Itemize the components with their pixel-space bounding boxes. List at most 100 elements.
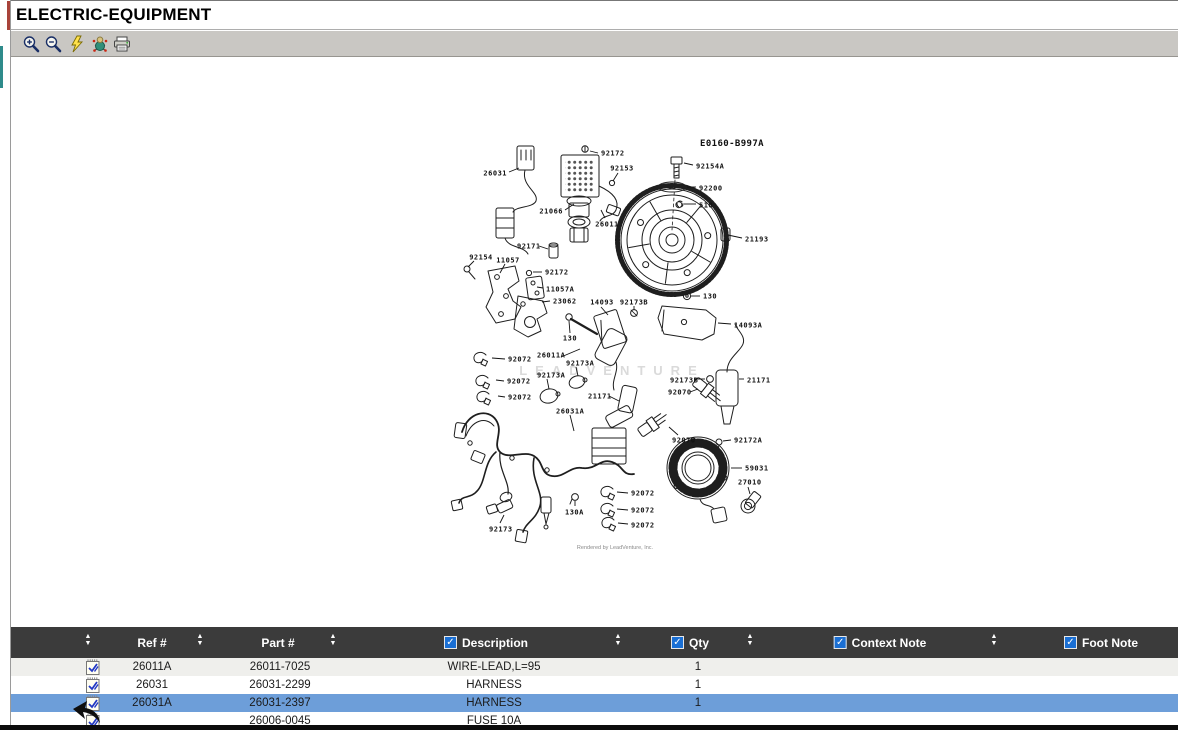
column-header-foot-note[interactable]: ✓ Foot Note (1064, 627, 1138, 658)
cell-part: 26006-0045 (200, 712, 360, 725)
part-number-label[interactable]: 130A (565, 509, 584, 517)
label-leader-line (468, 261, 474, 267)
part-number-label[interactable]: 11057 (496, 257, 520, 265)
column-header-description[interactable]: ✓Description (444, 627, 528, 658)
label-leader-line (570, 415, 574, 431)
label-leader-line (617, 509, 628, 510)
part-number-label[interactable]: 92072 (507, 378, 531, 386)
column-header-context-note[interactable]: ✓Context Note (834, 627, 927, 658)
part-number-label[interactable]: 92072 (631, 522, 655, 530)
part-number-label[interactable]: 92072 (631, 490, 655, 498)
sort-arrows-icon[interactable]: ▲▼ (747, 633, 754, 647)
column-label: Part # (261, 636, 294, 650)
bottom-bar (0, 725, 1178, 730)
part-number-label[interactable]: 92173B (620, 299, 648, 307)
diagram-code: E0160-B997A (700, 139, 764, 149)
part-number-label[interactable]: 11057A (546, 286, 575, 294)
label-leader-line (569, 321, 570, 333)
label-leader-line (669, 427, 678, 435)
part-number-label[interactable]: 14093 (590, 299, 614, 307)
part-number-label[interactable]: 92172 (545, 269, 569, 277)
part-number-label[interactable]: 130 (703, 293, 717, 301)
table-row[interactable]: 2603126031-2299HARNESS1 (0, 676, 1178, 694)
part-number-label[interactable]: 92200 (699, 185, 723, 193)
column-label: Ref # (137, 636, 166, 650)
parts-diagram: LEADVENTURE E0160-B997A Rendered by Lead… (0, 0, 1178, 625)
cell-description: WIRE-LEAD,L=95 (374, 658, 614, 676)
cell-part: 26031-2397 (200, 694, 360, 712)
part-number-label[interactable]: 130 (563, 335, 577, 343)
column-label: Qty (689, 636, 709, 650)
frame-divider-line[interactable] (10, 0, 11, 730)
back-arrow-icon (70, 699, 104, 725)
zoom-out-button[interactable] (44, 35, 63, 54)
part-number-label[interactable]: 21066 (539, 208, 563, 216)
part-number-label[interactable]: 92173A (537, 372, 566, 380)
column-header-ref[interactable]: Ref # (137, 627, 166, 658)
part-number-label[interactable]: 92154A (696, 163, 725, 171)
lightning-icon (68, 35, 87, 54)
label-leader-line (684, 163, 693, 165)
frame-divider (0, 0, 11, 730)
column-checkbox[interactable]: ✓ (1064, 636, 1077, 649)
column-checkbox[interactable]: ✓ (834, 636, 847, 649)
label-leader-line (590, 151, 598, 153)
part-number-label[interactable]: 14093A (734, 322, 763, 330)
label-leader-line (723, 440, 731, 441)
column-label: Foot Note (1082, 636, 1138, 650)
table-row[interactable]: 26031A26031-2397HARNESS1 (0, 694, 1178, 712)
sort-arrows-icon[interactable]: ▲▼ (991, 633, 998, 647)
sort-arrows-icon[interactable]: ▲▼ (85, 633, 92, 647)
label-leader-line (498, 396, 505, 397)
print-icon (113, 35, 132, 54)
part-number-label[interactable]: 92070 (668, 389, 692, 397)
part-number-label[interactable]: 92173A (566, 360, 595, 368)
part-number-label[interactable]: 510 (699, 202, 713, 210)
label-leader-line (613, 173, 618, 181)
part-number-label[interactable]: 23062 (553, 298, 577, 306)
sort-arrows-icon[interactable]: ▲▼ (197, 633, 204, 647)
part-number-label[interactable]: 92072 (508, 394, 532, 402)
label-leader-line (500, 515, 504, 523)
cell-description: FUSE 10A (374, 712, 614, 725)
part-number-label[interactable]: 27010 (738, 479, 762, 487)
part-number-label[interactable]: 92171 (517, 243, 541, 251)
label-leader-line (748, 487, 750, 494)
part-number-label[interactable]: 92072 (631, 507, 655, 515)
part-number-label[interactable]: 92072 (508, 356, 532, 364)
part-number-label[interactable]: 26031A (556, 408, 585, 416)
part-number-label[interactable]: 26011 (595, 221, 619, 229)
hotspot-flash-button[interactable] (68, 35, 87, 54)
label-leader-line (537, 287, 543, 288)
part-number-label[interactable]: 26031 (483, 170, 507, 178)
sort-arrows-icon[interactable]: ▲▼ (330, 633, 337, 647)
part-number-label[interactable]: 92172A (734, 437, 763, 445)
part-number-label[interactable]: 21171 (747, 377, 771, 385)
part-number-label[interactable]: 92154 (469, 254, 493, 262)
parts-link-button[interactable] (91, 35, 110, 54)
sort-arrows-icon[interactable]: ▲▼ (615, 633, 622, 647)
column-header-part[interactable]: Part # (261, 627, 294, 658)
part-number-label[interactable]: 26011A (537, 352, 566, 360)
zoom-in-button[interactable] (22, 35, 41, 54)
part-number-label[interactable]: 92172 (601, 150, 625, 158)
part-number-label[interactable]: 92070 (672, 437, 696, 445)
label-leader-line (601, 210, 605, 218)
column-checkbox[interactable]: ✓ (444, 636, 457, 649)
column-checkbox[interactable]: ✓ (671, 636, 684, 649)
table-row[interactable]: 26011A26011-7025WIRE-LEAD,L=951 (0, 658, 1178, 676)
part-number-label[interactable]: 59031 (745, 465, 769, 473)
part-number-label[interactable]: 21193 (745, 236, 769, 244)
app-window: LEADVENTURE E0160-B997A Rendered by Lead… (0, 0, 1178, 730)
part-number-label[interactable]: 92173B (670, 377, 698, 385)
frame-accent-teal (0, 46, 3, 88)
part-number-label[interactable]: 92153 (610, 165, 634, 173)
rendered-by-text: Rendered by LeadVenture, Inc. (577, 545, 654, 551)
part-number-label[interactable]: 92173 (489, 526, 513, 534)
back-arrow-button[interactable] (70, 699, 104, 725)
diagram-illustration (451, 146, 761, 543)
print-button[interactable] (113, 35, 132, 54)
part-number-label[interactable]: 21171 (588, 393, 612, 401)
table-row[interactable]: 26006-0045 FUSE 10A (0, 712, 1178, 725)
column-header-qty[interactable]: ✓ Qty (671, 627, 709, 658)
